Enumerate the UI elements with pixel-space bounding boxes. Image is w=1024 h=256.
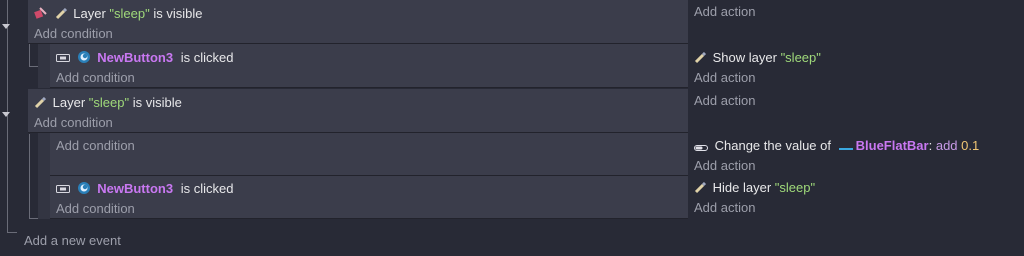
- condition-text: Layer: [52, 95, 86, 110]
- condition-suffix: is visible: [153, 6, 203, 21]
- pencil-icon: [55, 7, 67, 24]
- action-line[interactable]: Show layer "sleep": [694, 50, 821, 68]
- sub-event-gutter: [38, 44, 50, 88]
- action-text: Change the value of: [714, 138, 831, 153]
- collapse-toggle-icon[interactable]: [2, 112, 10, 117]
- separator: :: [928, 138, 933, 153]
- bar-object-icon: [838, 140, 853, 156]
- object-name: BlueFlatBar: [855, 138, 929, 153]
- condition-text: Layer: [73, 6, 106, 21]
- condition-line[interactable]: NewButton3 is clicked: [56, 50, 233, 68]
- operator: add: [935, 138, 958, 153]
- layer-name: "sleep": [109, 6, 150, 21]
- action-text: Show layer: [712, 50, 777, 65]
- collapse-toggle-icon[interactable]: [2, 24, 10, 29]
- layer-name: "sleep": [780, 50, 821, 65]
- variable-bar-icon: [694, 140, 708, 156]
- condition-line[interactable]: NewButton3 is clicked: [56, 181, 233, 199]
- event-condition-block[interactable]: Layer "sleep" is visible Add condition: [28, 89, 688, 133]
- add-condition-link[interactable]: Add condition: [34, 115, 113, 131]
- event-condition-block[interactable]: Add condition: [50, 133, 688, 176]
- action-text: Hide layer: [712, 180, 772, 195]
- add-condition-link[interactable]: Add condition: [34, 26, 113, 42]
- add-action-link[interactable]: Add action: [694, 200, 755, 216]
- pencil-icon: [34, 96, 47, 113]
- sub-event-gutter: [38, 133, 50, 176]
- add-condition-link[interactable]: Add condition: [56, 138, 135, 154]
- layer-icon: [34, 6, 48, 24]
- add-condition-link[interactable]: Add condition: [56, 70, 135, 86]
- condition-line[interactable]: Layer "sleep" is visible: [34, 6, 202, 24]
- tree-line: [7, 232, 17, 233]
- event-condition-block[interactable]: NewButton3 is clicked Add condition: [50, 44, 688, 88]
- tree-line: [29, 134, 30, 218]
- event-condition-block[interactable]: Layer "sleep" is visible Add condition: [28, 0, 688, 44]
- add-action-link[interactable]: Add action: [694, 93, 755, 109]
- value: 0.1: [961, 138, 980, 153]
- condition-suffix: is clicked: [180, 181, 234, 196]
- add-new-event-link[interactable]: Add a new event: [24, 233, 121, 249]
- condition-line[interactable]: Layer "sleep" is visible: [34, 95, 182, 113]
- condition-suffix: is visible: [132, 95, 182, 110]
- event-condition-block[interactable]: NewButton3 is clicked Add condition: [50, 176, 688, 219]
- mouse-icon: [56, 52, 70, 68]
- action-line[interactable]: Change the value of BlueFlatBar: add 0.1: [694, 138, 979, 156]
- object-name: NewButton3: [97, 50, 174, 65]
- add-action-link[interactable]: Add action: [694, 4, 755, 20]
- add-action-link[interactable]: Add action: [694, 70, 755, 86]
- condition-suffix: is clicked: [180, 50, 234, 65]
- pencil-icon: [694, 181, 707, 198]
- add-condition-link[interactable]: Add condition: [56, 201, 135, 217]
- object-name: NewButton3: [97, 181, 174, 196]
- button-object-icon: [77, 181, 91, 199]
- action-line[interactable]: Hide layer "sleep": [694, 180, 815, 198]
- button-object-icon: [77, 50, 91, 68]
- mouse-icon: [56, 183, 70, 199]
- pencil-icon: [694, 51, 707, 68]
- add-action-link[interactable]: Add action: [694, 158, 755, 174]
- sub-event-gutter: [38, 176, 50, 219]
- layer-name: "sleep": [88, 95, 130, 110]
- layer-name: "sleep": [774, 180, 816, 195]
- tree-line: [29, 42, 30, 66]
